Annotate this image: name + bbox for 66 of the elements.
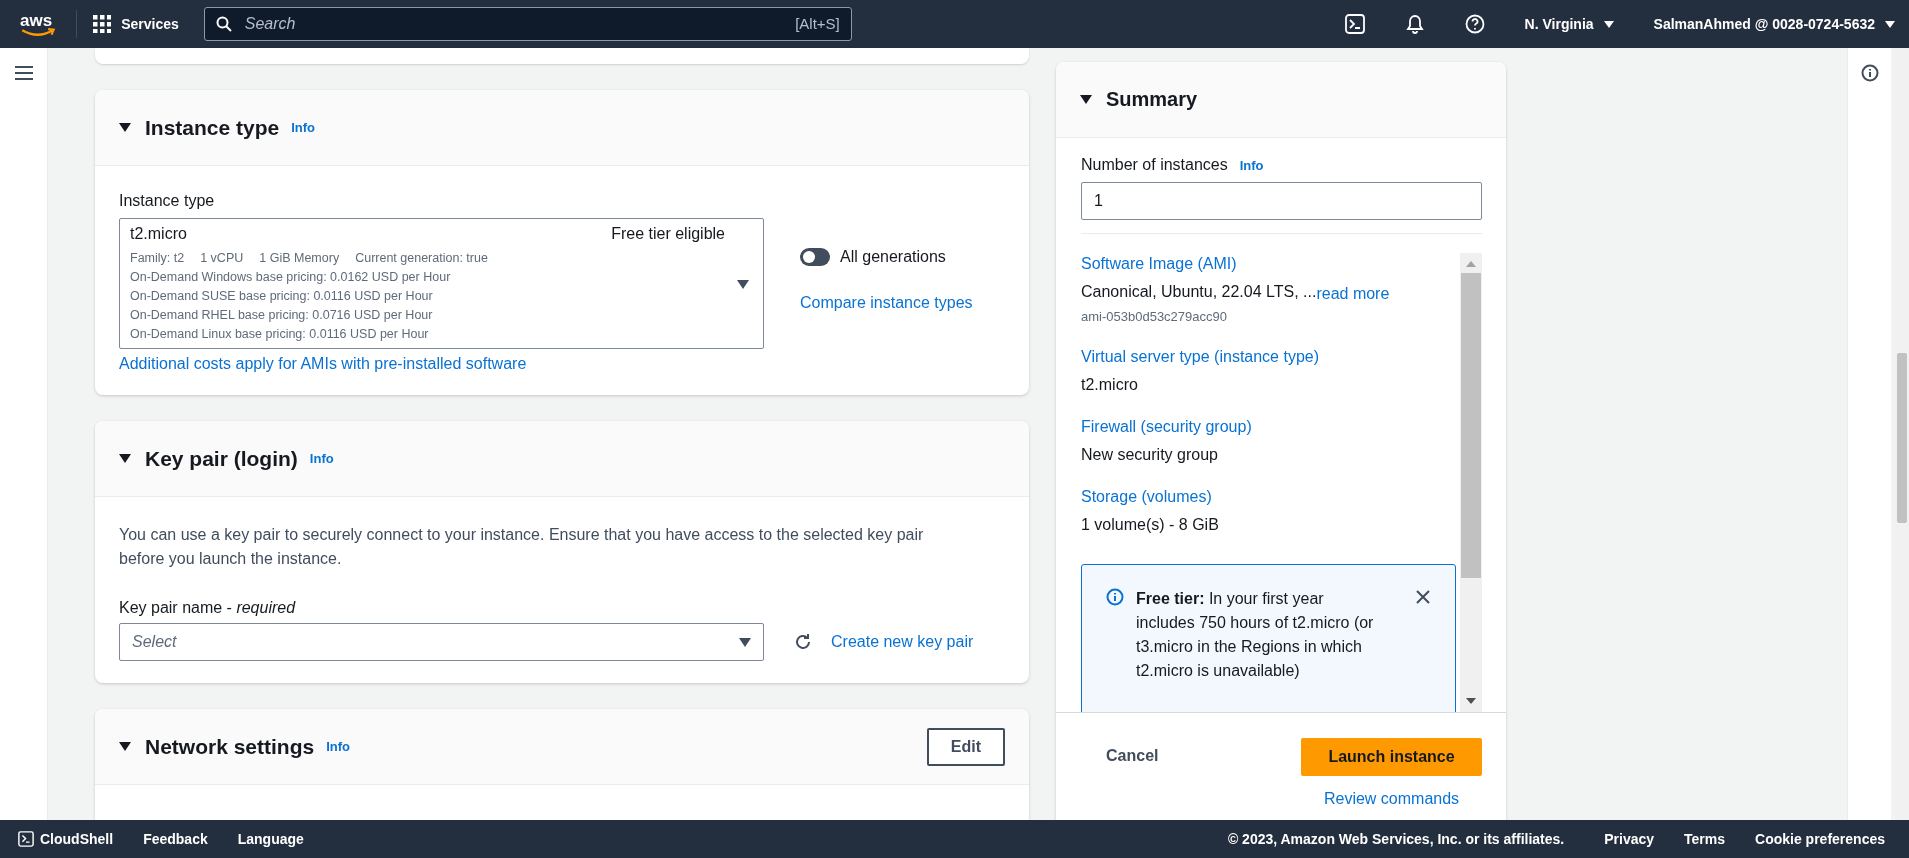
summary-value: t2.micro (1081, 376, 1139, 394)
footer-link[interactable]: Terms (1684, 831, 1726, 847)
caret-icon (1885, 20, 1895, 28)
read-more-link[interactable]: read more (1316, 285, 1390, 303)
bell-icon[interactable] (1404, 14, 1425, 34)
scrollbar[interactable] (1460, 253, 1482, 712)
info-link[interactable]: Info (309, 451, 334, 466)
summary-title: Summary (1106, 88, 1198, 111)
description-text: You can use a key pair to securely connect to your instance. Ensure that you have access to the selected key pair before you launch the instance. (119, 525, 925, 569)
dropdown-icon (737, 280, 749, 289)
create-key-pair-link[interactable]: Create new key pair (831, 633, 974, 651)
footer-link[interactable]: Cookie preferences (1755, 831, 1885, 847)
instances-input[interactable]: 1 (1081, 182, 1482, 220)
summary-value: New security group (1081, 446, 1219, 464)
summary-link[interactable]: Firewall (security group) (1081, 418, 1460, 436)
edit-button[interactable]: Edit (926, 727, 1005, 766)
expand-icon[interactable] (119, 454, 131, 463)
info-link[interactable]: Info (291, 120, 316, 135)
close-icon[interactable] (1415, 589, 1431, 605)
field-label: Key pair name - required (119, 599, 297, 617)
expand-icon[interactable] (119, 123, 131, 132)
help-icon[interactable] (1464, 14, 1485, 34)
compare-link[interactable]: Compare instance types (800, 294, 973, 312)
caret-icon (1603, 20, 1614, 28)
info-icon[interactable] (1860, 64, 1879, 82)
services-menu[interactable]: Services (93, 15, 179, 33)
logo[interactable]: aws (20, 11, 53, 37)
summary-value: 1 volume(s) - 8 GiB (1081, 516, 1220, 534)
section-title: Network settings (145, 734, 315, 759)
dropdown-icon (739, 637, 751, 647)
shortcut-hint: [Alt+S] (795, 15, 840, 32)
alert-text: Free tier: In your first year includes 750 hours of t2.micro (or t3.micro in the Regions in which t2.micro is unavailable) (1136, 589, 1375, 681)
menu-icon[interactable] (14, 66, 33, 80)
review-commands-link[interactable]: Review commands (1323, 790, 1460, 808)
section-title: Key pair (login) (145, 446, 298, 471)
footer-link[interactable]: Privacy (1604, 831, 1655, 847)
summary-link[interactable]: Virtual server type (instance type) (1081, 348, 1460, 366)
cloudshell-link[interactable]: CloudShell (18, 831, 114, 847)
grid-icon (93, 15, 112, 33)
cancel-button[interactable]: Cancel (1106, 747, 1159, 765)
all-generations-toggle[interactable]: All generations (800, 248, 973, 266)
summary-value: Canonical, Ubuntu, 22.04 LTS, ... (1081, 283, 1317, 302)
summary-link[interactable]: Software Image (AMI) (1081, 255, 1460, 273)
summary-link[interactable]: Storage (volumes) (1081, 488, 1460, 506)
expand-icon[interactable] (119, 742, 131, 751)
costs-link[interactable]: Additional costs apply for AMIs with pre-installed software (119, 355, 527, 373)
footer-link[interactable]: Language (237, 831, 304, 847)
info-link[interactable]: Info (326, 739, 351, 754)
instance-type-select[interactable]: t2.micro Free tier eligible Family: t2 1 vCPU 1 GiB Memory Current generation: true On-Demand Windows base pricing: 0.0162 USD per Hour On-Demand SUSE base pricing: 0.0116 USD per Hour On-Demand RHEL base pricing: 0.0716 USD per Hour On-Demand Linux base pricing: 0.0116 USD per Hour (119, 218, 764, 349)
footer-link[interactable]: Feedback (143, 831, 208, 847)
refresh-icon[interactable] (793, 632, 813, 652)
ami-id: ami-053b0d53c279acc90 (1081, 309, 1228, 324)
section-title: Instance type (145, 115, 280, 140)
info-icon (1106, 588, 1124, 606)
field-label: Number of instances (1081, 156, 1228, 174)
field-label: Instance type (119, 192, 216, 210)
account-menu[interactable]: SalmanAhmed @ 0028-0724-5632 (1653, 16, 1895, 32)
search-icon (215, 16, 232, 32)
terminal-icon (18, 831, 34, 847)
region-menu[interactable]: N. Virginia (1524, 16, 1614, 32)
key-pair-select[interactable]: Select (119, 623, 764, 661)
terminal-icon[interactable] (1344, 14, 1365, 34)
expand-icon[interactable] (1080, 95, 1092, 104)
copyright-text: © 2023, Amazon Web Services, Inc. or its affiliates. (1227, 831, 1565, 847)
launch-instance-button[interactable]: Launch instance (1301, 738, 1482, 776)
info-link[interactable]: Info (1239, 158, 1264, 173)
